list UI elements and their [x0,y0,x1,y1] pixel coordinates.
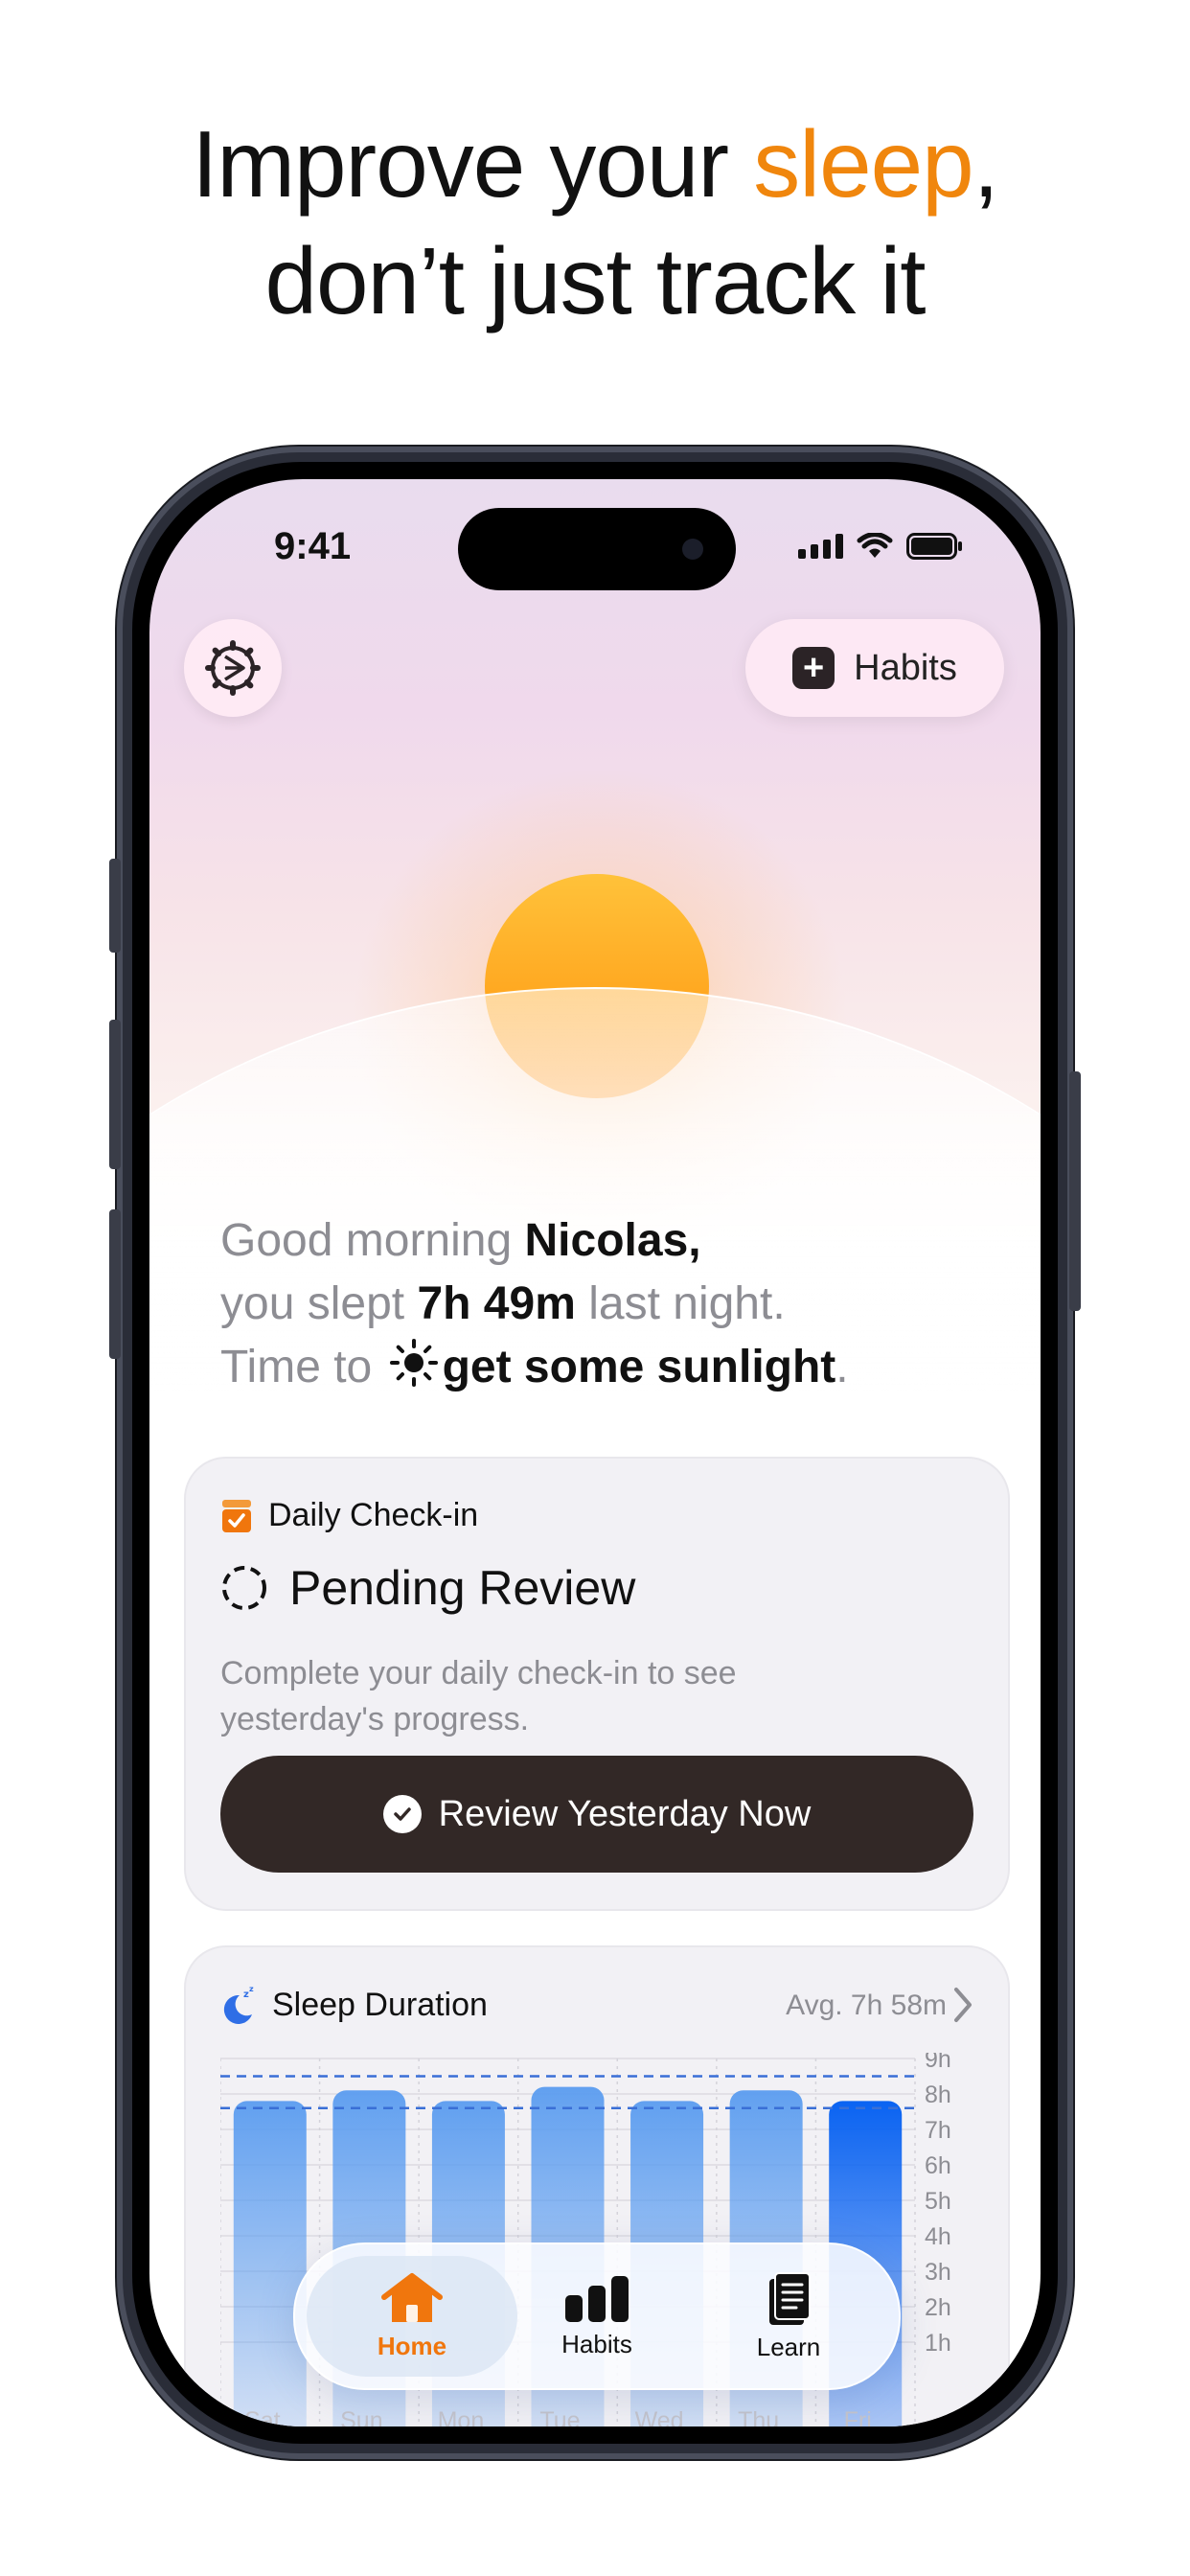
x-tick-label: Wed [635,2407,684,2426]
tab-learn-label: Learn [756,2332,821,2361]
checkin-calendar-icon [222,1499,251,1532]
volume-down-button [109,1209,121,1359]
settings-button[interactable] [184,619,282,717]
y-tick-label: 1h [925,2330,951,2357]
headline-line-1: Improve your sleep, [192,111,999,217]
checkin-status: Pending Review [220,1560,635,1616]
tab-habits[interactable]: Habits [535,2244,659,2388]
tab-home[interactable]: Home [307,2256,517,2377]
power-button [1069,1071,1081,1311]
x-tick-label: Mon [438,2407,485,2426]
status-icons [798,533,964,560]
sleep-duration-value: 7h 49m [417,1278,576,1329]
phone-screen: 9:41 + Habits Good morning Nicolas, you … [149,479,1041,2426]
greeting-line-3: Time to get some sunlight. [220,1336,849,1399]
y-tick-label: 8h [925,2082,951,2108]
checkin-status-label: Pending Review [289,1561,636,1615]
sun-icon [389,1339,438,1387]
tab-habits-label: Habits [561,2329,632,2358]
x-tick-label: Tue [539,2407,580,2426]
wifi-icon [857,533,893,558]
checkin-header: Daily Check-in [220,1497,478,1534]
status-time: 9:41 [274,525,352,567]
y-tick-label: 4h [925,2223,951,2250]
habits-button-label: Habits [854,647,957,688]
y-tick-label: 2h [925,2294,951,2321]
headline-accent: sleep [753,111,973,217]
review-yesterday-button[interactable]: Review Yesterday Now [220,1756,973,1873]
y-tick-label: 6h [925,2152,951,2179]
y-tick-label: 5h [925,2188,951,2215]
dynamic-island [458,508,736,590]
book-icon [769,2271,811,2325]
home-icon [381,2272,443,2322]
moon-zzz-icon: z z [223,1986,254,2024]
tab-learn[interactable]: Learn [726,2244,851,2388]
sleep-duration-header: z z Sleep Duration [220,1986,488,2024]
y-tick-label: 7h [925,2117,951,2144]
x-tick-label: Sat [244,2407,281,2426]
greeting-line-1: Good morning Nicolas, [220,1215,701,1266]
svg-text:z: z [249,1986,254,1993]
sleep-duration-title: Sleep Duration [272,1986,488,2023]
add-habits-button[interactable]: + Habits [745,619,1004,717]
x-tick-label: Fri [844,2407,872,2426]
x-tick-label: Sun [340,2407,382,2426]
cellular-signal-icon [798,534,843,559]
headline-line-2: don’t just track it [264,228,926,334]
user-name: Nicolas, [524,1215,701,1266]
greeting-text: Good morning Nicolas, you slept 7h 49m l… [220,1209,849,1399]
suggested-action: get some sunlight [442,1342,836,1392]
volume-up-button [109,1020,121,1169]
plus-icon: + [792,647,835,689]
camera-icon [682,539,703,560]
checkmark-circle-icon [382,1795,422,1833]
greeting-line-2: you slept 7h 49m last night. [220,1278,786,1329]
battery-icon [906,533,962,560]
daily-checkin-card: Daily Check-in Pending Review Complete y… [184,1457,1010,1911]
y-tick-label: 9h [925,2053,951,2073]
sleep-average: Avg. 7h 58m [786,1990,947,2021]
checkin-description: Complete your daily check-in to see yest… [220,1655,737,1737]
y-tick-label: 3h [925,2259,951,2286]
bar-chart-icon [565,2275,629,2322]
bar-sat [233,2101,307,2426]
gear-icon [205,640,261,696]
x-tick-label: Thu [738,2407,779,2426]
action-button [109,859,121,953]
tab-home-label: Home [377,2331,447,2360]
checkin-title: Daily Check-in [268,1497,479,1533]
tab-bar: Home Habits Learn [293,2242,901,2390]
marketing-headline: Improve your sleep, don’t just track it [0,105,1190,339]
review-button-label: Review Yesterday Now [438,1793,812,1834]
pending-dashed-circle-icon [222,1566,266,1610]
chevron-right-icon[interactable] [952,1986,973,2024]
